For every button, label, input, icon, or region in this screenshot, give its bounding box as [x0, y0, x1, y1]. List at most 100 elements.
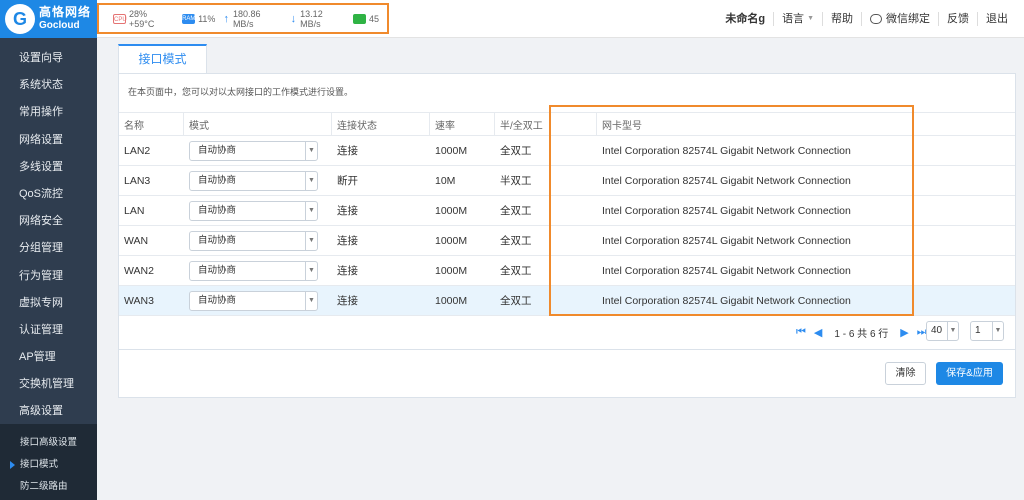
sidebar-item-setup-wizard[interactable]: 设置向导 [0, 45, 97, 72]
interface-name: LAN2 [124, 144, 151, 157]
chevron-down-icon: ▼ [807, 15, 814, 22]
device-name[interactable]: 未命名g [717, 12, 773, 26]
nic-column-highlight [549, 105, 914, 316]
duplex: 全双工 [500, 265, 532, 277]
action-bar [118, 350, 1016, 398]
brand-name-en: Gocloud [39, 20, 80, 31]
prev-page-icon[interactable]: ◀ [814, 326, 822, 339]
link-status: 断开 [337, 175, 358, 187]
column-header-name[interactable]: 名称 [119, 113, 184, 135]
mode-select[interactable]: 自动协商 ▼ [189, 140, 318, 161]
duplex: 全双工 [500, 205, 532, 217]
sidebar-item-security[interactable]: 网络安全 [0, 208, 97, 235]
download-icon: ↓ [290, 12, 297, 25]
sidebar-item-common-ops[interactable]: 常用操作 [0, 99, 97, 126]
speed: 1000M [435, 294, 468, 307]
first-page-icon[interactable]: ⏮ [796, 326, 806, 339]
chevron-down-icon: ▼ [947, 322, 958, 340]
language-label: 语言 [782, 13, 805, 25]
chevron-down-icon: ▼ [305, 201, 317, 220]
logo-icon: G [5, 4, 35, 34]
online-devices-icon [352, 13, 366, 24]
ram-icon: RAM [182, 13, 196, 24]
column-header-link[interactable]: 连接状态 [332, 113, 430, 135]
mode-value: 自动协商 [198, 234, 237, 246]
mode-value: 自动协商 [198, 294, 237, 306]
sidebar-item-vpn[interactable]: 虚拟专网 [0, 290, 97, 317]
page-number-select[interactable]: 1 ▼ [970, 321, 1004, 341]
interface-name: LAN3 [124, 174, 151, 187]
mode-value: 自动协商 [198, 264, 237, 276]
system-status-bar: CPU 28% +59°C RAM 11% ↑ 180.86 MB/s ↓ 13.12 … [97, 3, 389, 34]
subnav-interface-mode[interactable]: 接口模式 [0, 454, 97, 476]
wechat-icon [870, 14, 882, 24]
chevron-down-icon: ▼ [305, 291, 317, 310]
sidebar-item-advanced[interactable]: 高级设置 [0, 398, 97, 425]
sidebar-item-auth[interactable]: 认证管理 [0, 317, 97, 344]
sidebar-item-qos[interactable]: QoS流控 [0, 181, 97, 208]
upload-icon: ↑ [223, 12, 229, 25]
download-rate: 13.12 MB/s [300, 8, 323, 29]
speed: 1000M [435, 264, 468, 277]
mode-select[interactable]: 自动协商 ▼ [189, 200, 318, 221]
duplex: 全双工 [500, 295, 532, 307]
sidebar-item-ap[interactable]: AP管理 [0, 344, 97, 371]
mode-select[interactable]: 自动协商 ▼ [189, 230, 318, 251]
language-menu[interactable]: 语言 ▼ [773, 12, 822, 26]
page-size-select[interactable]: 40 ▼ [926, 321, 959, 341]
interface-name: WAN [124, 234, 149, 247]
interface-name: WAN2 [124, 264, 154, 277]
chevron-down-icon: ▼ [305, 141, 317, 160]
wechat-label: 微信绑定 [886, 13, 930, 25]
chevron-down-icon: ▼ [992, 322, 1003, 340]
online-count: 45 [368, 13, 379, 24]
speed: 1000M [435, 144, 468, 157]
speed: 1000M [435, 204, 468, 217]
page-number-value: 1 [975, 325, 981, 336]
link-status: 连接 [337, 205, 358, 217]
sidebar-item-behavior[interactable]: 行为管理 [0, 263, 97, 290]
subnav-interface-advanced[interactable]: 接口高级设置 [0, 432, 97, 454]
mode-value: 自动协商 [198, 144, 237, 156]
sidebar-item-groups[interactable]: 分组管理 [0, 235, 97, 262]
top-nav: 未命名g 语言 ▼ 帮助 微信绑定 反馈 退出 [717, 0, 1016, 38]
link-status: 连接 [337, 145, 358, 157]
sidebar-item-multiline[interactable]: 多线设置 [0, 154, 97, 181]
page-size-value: 40 [931, 325, 943, 336]
sidebar-item-system-status[interactable]: 系统状态 [0, 72, 97, 99]
duplex: 全双工 [500, 145, 532, 157]
logout-link[interactable]: 退出 [977, 12, 1016, 26]
logo[interactable]: G 高恪网络 Gocloud [0, 0, 97, 38]
ram-usage: 11% [198, 13, 216, 24]
feedback-link[interactable]: 反馈 [938, 12, 977, 26]
next-page-icon[interactable]: ▶ [900, 326, 908, 339]
mode-select[interactable]: 自动协商 ▼ [189, 260, 318, 281]
save-apply-button[interactable]: 保存&应用 [936, 362, 1003, 385]
column-header-speed[interactable]: 速率 [430, 113, 495, 135]
pagination-summary: 1 - 6 共 6 行 [834, 328, 889, 340]
speed: 1000M [435, 234, 468, 247]
brand-name-cn: 高恪网络 [39, 5, 92, 19]
link-status: 连接 [337, 235, 358, 247]
sidebar-item-network[interactable]: 网络设置 [0, 127, 97, 154]
column-header-duplex[interactable]: 半/全双工 [495, 113, 550, 135]
mode-select[interactable]: 自动协商 ▼ [189, 170, 318, 191]
sidebar-item-switch[interactable]: 交换机管理 [0, 371, 97, 398]
duplex: 全双工 [500, 235, 532, 247]
subnav-anti-secondary-routing[interactable]: 防二级路由 [0, 476, 97, 498]
column-header-mode[interactable]: 模式 [184, 113, 332, 135]
pagination: ⏮ ◀ 1 - 6 共 6 行 ▶ ⏭ [792, 321, 931, 343]
help-link[interactable]: 帮助 [822, 12, 861, 26]
tab-interface-mode[interactable]: 接口模式 [118, 44, 207, 73]
mode-select[interactable]: 自动协商 ▼ [189, 290, 318, 311]
page-description: 在本页面中，您可以对以太网接口的工作模式进行设置。 [128, 87, 354, 97]
mode-value: 自动协商 [198, 204, 237, 216]
wechat-bind-link[interactable]: 微信绑定 [861, 12, 938, 26]
tab-bar: 接口模式 [118, 44, 1016, 73]
clear-button[interactable]: 清除 [885, 362, 926, 385]
mode-value: 自动协商 [198, 174, 237, 186]
cpu-status: 28% +59°C [129, 8, 155, 29]
sidebar: 设置向导 系统状态 常用操作 网络设置 多线设置 QoS流控 网络安全 分组管理… [0, 38, 97, 500]
chevron-down-icon: ▼ [305, 231, 317, 250]
duplex: 半双工 [500, 175, 532, 187]
